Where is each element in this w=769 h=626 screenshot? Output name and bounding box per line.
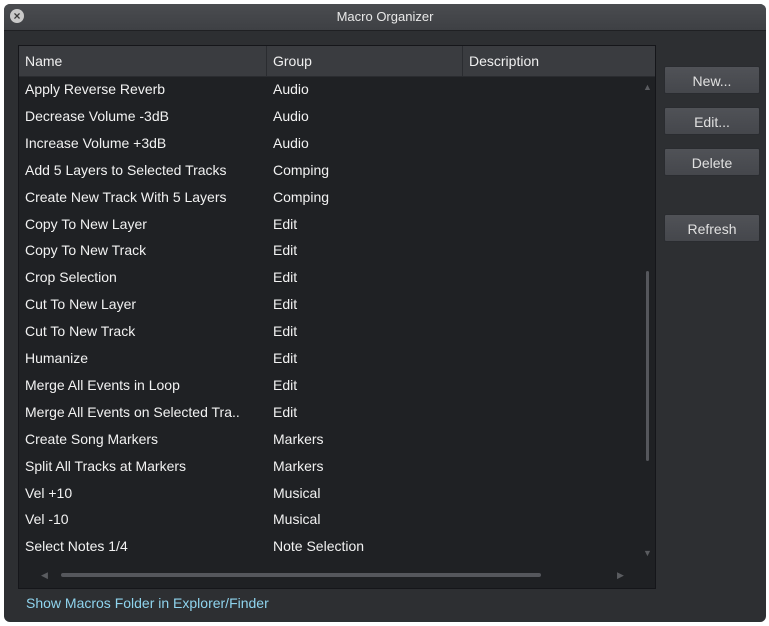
- vertical-scrollbar[interactable]: ▲ ▼: [639, 76, 655, 562]
- table-row[interactable]: Increase Volume +3dB Audio: [19, 130, 639, 157]
- table-row[interactable]: Cut To New Layer Edit: [19, 291, 639, 318]
- arrow-left-icon[interactable]: ◀: [41, 570, 48, 581]
- cell-name: Cut To New Layer: [25, 296, 137, 313]
- table-row[interactable]: Merge All Events in Loop Edit: [19, 372, 639, 399]
- title-bar: × Macro Organizer: [4, 4, 766, 31]
- table-body: Apply Reverse Reverb Audio Decrease Volume…: [19, 76, 639, 562]
- cell-name: Add 5 Layers to Selected Tracks: [25, 161, 227, 178]
- cell-group: Edit: [273, 350, 298, 366]
- arrow-up-icon[interactable]: ▲: [643, 82, 652, 92]
- cell-name: Vel -10: [25, 511, 69, 528]
- show-macros-folder-link[interactable]: Show Macros Folder in Explorer/Finder: [26, 595, 269, 611]
- table-row[interactable]: Copy To New Layer Edit: [19, 211, 639, 238]
- cell-group: Comping: [273, 161, 330, 178]
- cell-name: Copy To New Layer: [25, 215, 147, 232]
- new-button[interactable]: New...: [664, 66, 760, 94]
- arrow-down-icon[interactable]: ▼: [643, 548, 652, 558]
- cell-group: Audio: [273, 107, 309, 124]
- table-row[interactable]: Select Notes 1/4 Note Selection: [19, 533, 639, 560]
- cell-name: Copy To New Track: [25, 242, 147, 259]
- cell-group: Musical: [273, 511, 321, 528]
- table-row[interactable]: Humanize Edit: [19, 345, 639, 372]
- cell-name: Decrease Volume -3dB: [25, 107, 169, 124]
- table-row[interactable]: Merge All Events on Selected Tra.. Edit: [19, 399, 639, 426]
- horizontal-scrollbar[interactable]: ◀ ▶: [19, 562, 655, 588]
- refresh-button[interactable]: Refresh: [664, 214, 760, 242]
- cell-name: Vel +10: [25, 484, 73, 501]
- cell-group: Comping: [273, 188, 330, 205]
- vertical-scroll-thumb[interactable]: [646, 271, 649, 461]
- table-row[interactable]: Crop Selection Edit: [19, 264, 639, 291]
- arrow-right-icon[interactable]: ▶: [617, 570, 624, 581]
- table-row[interactable]: Vel -10 Musical: [19, 506, 639, 533]
- cell-group: Edit: [273, 269, 298, 286]
- macro-organizer-window: × Macro Organizer Name Group Description…: [4, 4, 766, 622]
- cell-group: Edit: [273, 215, 298, 232]
- cell-name: Cut To New Track: [25, 323, 136, 340]
- cell-group: Audio: [273, 134, 309, 151]
- cell-name: Merge All Events in Loop: [25, 376, 180, 393]
- cell-group: Edit: [273, 323, 298, 340]
- macro-list: Name Group Description Apply Reverse Rev…: [18, 45, 656, 589]
- table-header: Name Group Description: [19, 46, 655, 77]
- table-row[interactable]: Split All Tracks at Markers Markers: [19, 453, 639, 480]
- cell-group: Audio: [273, 81, 309, 97]
- cell-name: Increase Volume +3dB: [25, 134, 167, 151]
- cell-name: Create New Track With 5 Layers: [25, 188, 227, 205]
- cell-group: Edit: [273, 403, 298, 420]
- cell-name: Apply Reverse Reverb: [25, 81, 166, 97]
- cell-name: Merge All Events on Selected Tra..: [25, 403, 240, 420]
- cell-name: Humanize: [25, 350, 89, 366]
- table-row[interactable]: Copy To New Track Edit: [19, 237, 639, 264]
- column-header-name[interactable]: Name: [19, 46, 267, 76]
- cell-group: Note Selection: [273, 538, 365, 555]
- table-row[interactable]: Decrease Volume -3dB Audio: [19, 103, 639, 130]
- table-row[interactable]: Apply Reverse Reverb Audio: [19, 76, 639, 103]
- cell-group: Edit: [273, 376, 298, 393]
- cell-name: Create Song Markers: [25, 430, 159, 447]
- column-header-group[interactable]: Group: [267, 46, 463, 76]
- table-row[interactable]: Create Song Markers Markers: [19, 426, 639, 453]
- horizontal-scroll-thumb[interactable]: [61, 573, 541, 577]
- cell-name: Crop Selection: [25, 269, 117, 286]
- cell-name: Select Notes 1/4: [25, 538, 128, 555]
- window-title: Macro Organizer: [336, 9, 434, 24]
- table-row[interactable]: Vel +10 Musical: [19, 480, 639, 507]
- cell-name: Split All Tracks at Markers: [25, 457, 187, 474]
- delete-button[interactable]: Delete: [664, 148, 760, 176]
- table-row[interactable]: Add 5 Layers to Selected Tracks Comping: [19, 157, 639, 184]
- table-row[interactable]: Cut To New Track Edit: [19, 318, 639, 345]
- edit-button[interactable]: Edit...: [664, 107, 760, 135]
- cell-group: Edit: [273, 242, 298, 259]
- cell-group: Edit: [273, 296, 298, 313]
- cell-group: Markers: [273, 457, 324, 474]
- table-row[interactable]: Create New Track With 5 Layers Comping: [19, 184, 639, 211]
- column-header-description[interactable]: Description: [463, 46, 655, 76]
- cell-group: Musical: [273, 484, 321, 501]
- cell-group: Markers: [273, 430, 324, 447]
